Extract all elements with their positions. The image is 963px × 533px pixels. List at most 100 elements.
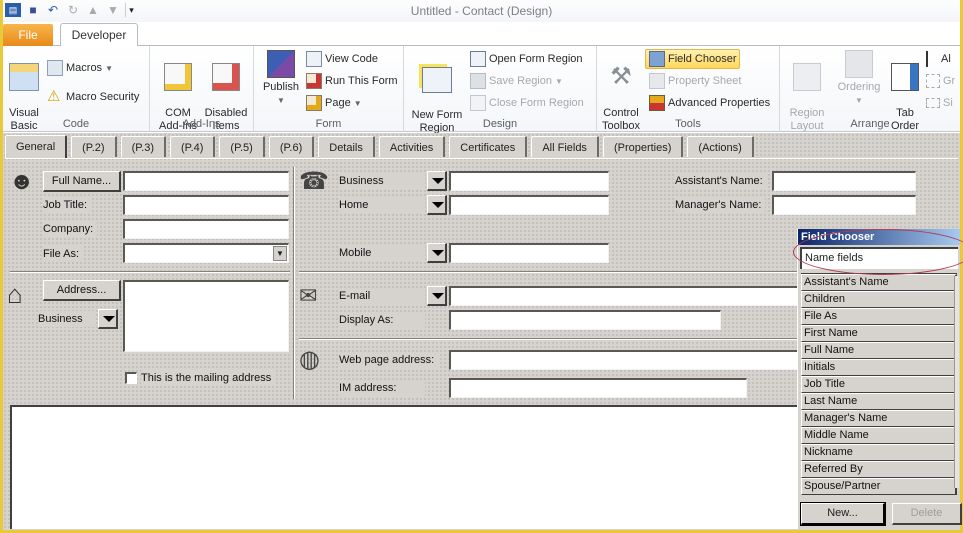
- full-name-field[interactable]: [123, 171, 289, 191]
- group-label-code: Code: [62, 118, 90, 130]
- company-field[interactable]: [123, 219, 289, 239]
- field-list-scrollbar[interactable]: [954, 276, 959, 488]
- web-page-field[interactable]: [449, 350, 799, 370]
- form-tab-activities[interactable]: Activities: [378, 136, 446, 157]
- new-field-button[interactable]: New...: [800, 502, 886, 526]
- full-name-button[interactable]: Full Name...: [43, 171, 121, 192]
- window-title: Untitled - Contact (Design): [410, 4, 553, 18]
- form-tab-p4[interactable]: (P.4): [169, 136, 216, 157]
- group-arrange: Region Layout Ordering ▼ Tab Order Al Gr …: [780, 46, 960, 132]
- save-region-icon: [470, 73, 486, 89]
- form-design-surface: General (P.2) (P.3) (P.4) (P.5) (P.6) De…: [3, 133, 963, 530]
- ordering-label: Ordering: [837, 81, 881, 93]
- field-list-item[interactable]: File As: [801, 308, 957, 325]
- group-design: New Form Region Open Form Region Save Re…: [404, 46, 597, 134]
- view-code-button[interactable]: View Code: [306, 49, 378, 69]
- job-title-label: Job Title:: [43, 197, 92, 213]
- macro-security-button[interactable]: ⚠ Macro Security: [47, 87, 139, 107]
- open-folder-icon: [470, 51, 486, 67]
- field-list-item[interactable]: Manager's Name: [801, 410, 957, 427]
- address-textarea[interactable]: [123, 280, 289, 352]
- tab-developer[interactable]: Developer: [60, 23, 138, 47]
- field-chooser-title[interactable]: Field Chooser: [798, 229, 960, 245]
- group-label-design: Design: [482, 118, 518, 130]
- company-label: Company:: [43, 221, 98, 237]
- form-tab-p5[interactable]: (P.5): [219, 136, 265, 157]
- chevron-down-icon[interactable]: ▼: [273, 246, 287, 261]
- section-divider: [10, 271, 290, 273]
- form-tab-p3[interactable]: (P.3): [120, 136, 166, 157]
- field-list-item[interactable]: Last Name: [801, 393, 957, 410]
- assistant-name-field[interactable]: [772, 171, 916, 191]
- tab-file[interactable]: File: [3, 24, 53, 46]
- form-tab-details[interactable]: Details: [318, 136, 375, 157]
- ordering-button[interactable]: Ordering ▼: [832, 50, 886, 107]
- page-button[interactable]: Page ▼: [306, 93, 362, 113]
- field-category-select[interactable]: Name fields: [800, 247, 958, 269]
- macros-button[interactable]: Macros ▼: [47, 58, 113, 78]
- form-tab-p6[interactable]: (P.6): [268, 136, 315, 157]
- phone-business-dropdown[interactable]: [427, 171, 447, 191]
- phone-mobile-field[interactable]: [449, 243, 609, 263]
- field-chooser-panel: Field Chooser Name fields Assistant's Na…: [797, 229, 962, 529]
- ordering-icon: [845, 50, 873, 78]
- group-tools: ⚒ Control Toolbox Field Chooser Property…: [597, 46, 780, 132]
- form-tab-certificates[interactable]: Certificates: [449, 136, 528, 157]
- form-tab-p2[interactable]: (P.2): [71, 136, 117, 157]
- close-form-region-button[interactable]: Close Form Region: [470, 93, 584, 113]
- title-bar: ▤ ■ ↶ ↻ ▲ ▼ ▾ Untitled - Contact (Design…: [3, 0, 960, 22]
- form-tab-all-fields[interactable]: All Fields: [531, 136, 599, 157]
- manager-name-label: Manager's Name:: [675, 197, 766, 213]
- group-button[interactable]: Gr: [926, 71, 955, 91]
- file-as-combobox[interactable]: ▼: [123, 243, 289, 263]
- align-button[interactable]: Al: [926, 49, 951, 69]
- save-region-button[interactable]: Save Region ▼: [470, 71, 563, 91]
- publish-label: Publish: [262, 81, 300, 93]
- phone-mobile-dropdown[interactable]: [427, 243, 447, 263]
- field-list-item[interactable]: First Name: [801, 325, 957, 342]
- phone-mobile-label: Mobile: [339, 245, 425, 261]
- display-as-field[interactable]: [449, 310, 721, 330]
- phone-home-field[interactable]: [449, 195, 609, 215]
- address-type-label: Business: [38, 311, 94, 327]
- telephone-icon: ☎: [299, 168, 329, 195]
- delete-field-button[interactable]: Delete: [892, 503, 962, 525]
- address-button[interactable]: Address...: [43, 280, 121, 301]
- field-chooser-button[interactable]: Field Chooser: [645, 49, 741, 69]
- field-list-item[interactable]: Full Name: [801, 342, 957, 359]
- form-tab-actions[interactable]: (Actions): [687, 136, 754, 157]
- section-divider: [299, 271, 799, 273]
- form-tab-general[interactable]: General: [5, 135, 68, 158]
- field-list-item[interactable]: Children: [801, 291, 957, 308]
- size-icon: [926, 98, 940, 108]
- mailing-address-checkbox[interactable]: [125, 372, 137, 384]
- job-title-field[interactable]: [123, 195, 289, 215]
- group-label-addins: Add-Ins: [182, 118, 221, 130]
- advanced-properties-icon: [649, 95, 665, 111]
- size-button[interactable]: Si: [926, 93, 953, 113]
- macros-label: Macros: [66, 62, 103, 74]
- run-this-form-button[interactable]: Run This Form: [306, 71, 398, 91]
- field-list-item[interactable]: Job Title: [801, 376, 957, 393]
- manager-name-field[interactable]: [772, 195, 916, 215]
- publish-button[interactable]: Publish ▼: [260, 50, 302, 107]
- im-address-field[interactable]: [449, 378, 747, 398]
- property-sheet-button[interactable]: Property Sheet: [649, 71, 741, 91]
- advanced-properties-button[interactable]: Advanced Properties: [649, 93, 770, 113]
- form-tab-properties[interactable]: (Properties): [602, 136, 684, 157]
- field-list-item[interactable]: Middle Name: [801, 427, 957, 444]
- phone-business-field[interactable]: [449, 171, 609, 191]
- email-dropdown[interactable]: [427, 286, 447, 306]
- email-field[interactable]: [449, 286, 799, 306]
- field-list-item[interactable]: Assistant's Name: [801, 274, 957, 291]
- address-type-dropdown[interactable]: [98, 309, 118, 329]
- field-list-item[interactable]: Initials: [801, 359, 957, 376]
- notes-textarea[interactable]: [10, 405, 800, 529]
- field-list-item[interactable]: Referred By: [801, 461, 957, 478]
- field-list-item[interactable]: Nickname: [801, 444, 957, 461]
- align-icon: [926, 51, 938, 67]
- phone-home-dropdown[interactable]: [427, 195, 447, 215]
- property-sheet-label: Property Sheet: [668, 75, 742, 87]
- open-form-region-button[interactable]: Open Form Region: [470, 49, 583, 69]
- field-list-item[interactable]: Spouse/Partner: [801, 478, 957, 495]
